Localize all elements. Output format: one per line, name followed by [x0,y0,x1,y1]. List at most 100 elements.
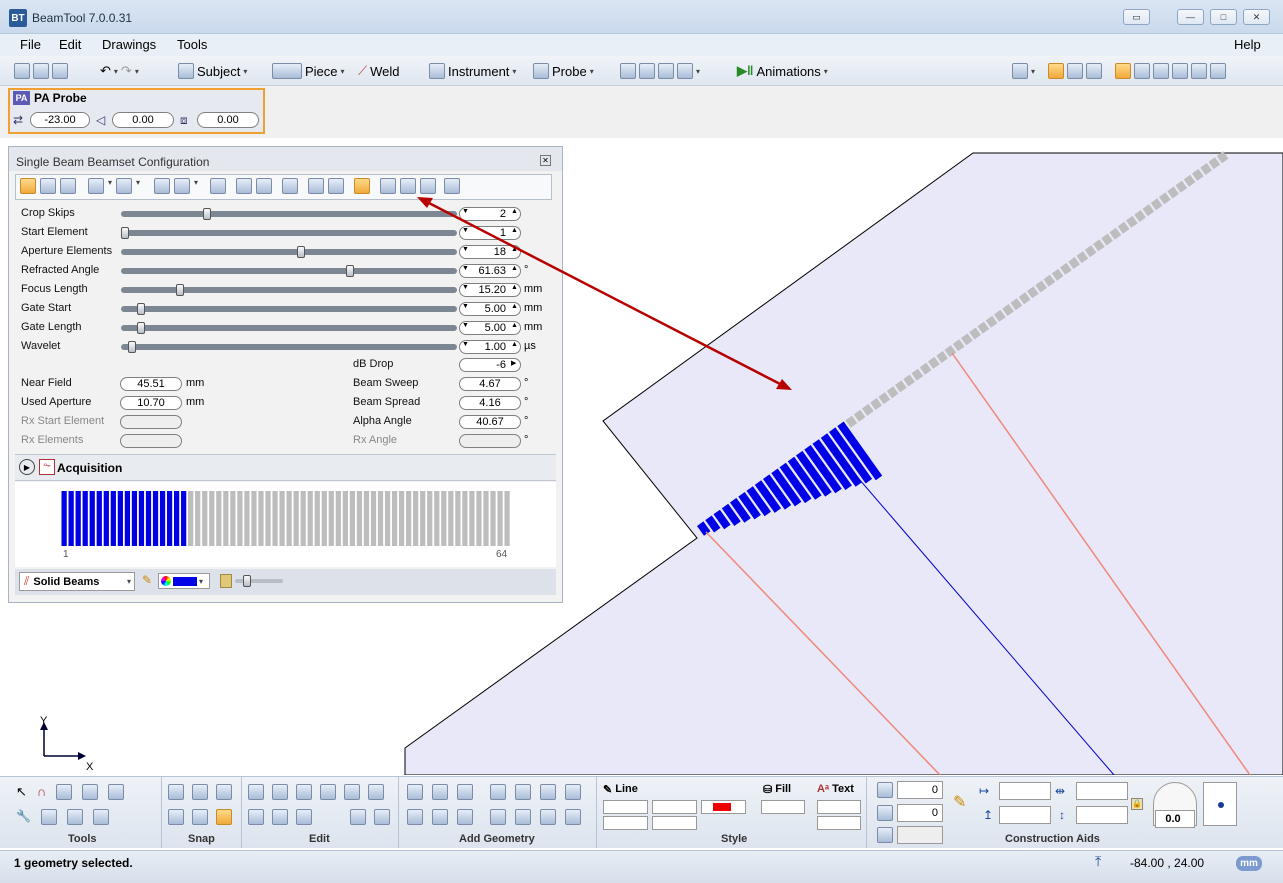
slider-thumb[interactable] [202,208,211,220]
slider-thumb[interactable] [137,303,146,315]
aid-pencil-icon[interactable]: ✎ [953,792,966,812]
inactive-element[interactable] [335,491,341,546]
angle-value[interactable]: 0.0 [1155,810,1195,828]
group-icon[interactable] [248,809,264,825]
align-icon[interactable] [350,809,366,825]
open-folder-icon[interactable] [33,63,49,79]
move-icon[interactable] [296,809,312,825]
slider-thumb[interactable] [297,246,306,258]
opacity-slider-thumb[interactable] [243,575,251,587]
inactive-element[interactable] [448,491,454,546]
line-color-dropdown[interactable] [701,800,746,814]
inactive-element[interactable] [391,491,398,546]
inactive-element[interactable] [363,491,370,546]
eraser-icon[interactable] [272,784,288,800]
image-icon[interactable] [658,63,674,79]
probe-skew-input[interactable]: 0.00 [112,112,174,128]
polyline-alt-icon[interactable] [515,784,531,800]
cut-icon[interactable] [320,784,336,800]
active-element[interactable] [145,491,152,546]
save-icon[interactable] [52,63,68,79]
snap-grid-icon[interactable] [216,809,232,825]
slider-track[interactable] [121,325,457,331]
spin-down-icon[interactable]: ▼ [462,322,469,329]
spin-down-icon[interactable]: ▼ [462,303,469,310]
redo-icon[interactable]: ↷ [121,63,132,79]
calculator-icon[interactable] [639,63,655,79]
angle-icon[interactable] [380,178,397,194]
subject-button[interactable]: Subject ▾ [178,63,247,79]
aid-angle-icon[interactable] [877,805,893,821]
report-icon[interactable] [620,63,636,79]
instrument-button[interactable]: Instrument ▾ [429,63,516,79]
slider-thumb[interactable] [137,322,146,334]
active-element[interactable] [68,491,74,546]
beam-blue-icon[interactable] [420,178,437,194]
new-file-icon[interactable] [14,63,30,79]
undo-icon[interactable]: ↶ [100,63,111,79]
envelope-icon[interactable] [88,178,104,194]
inactive-element[interactable] [476,491,482,546]
arc-icon[interactable] [457,784,473,800]
inactive-element[interactable] [195,491,201,546]
element-strip[interactable] [61,491,511,549]
slider-track[interactable] [121,268,457,274]
rectangle-alt-icon[interactable] [540,809,556,825]
spin-up-icon[interactable]: ▲ [511,265,518,272]
origin-picker[interactable] [1203,782,1237,826]
active-element[interactable] [96,491,102,546]
copy-icon[interactable] [344,784,360,800]
inactive-element[interactable] [230,491,236,546]
spin-up-icon[interactable]: ▲ [511,227,518,234]
active-element[interactable] [75,491,81,546]
slider-thumb[interactable] [127,341,136,353]
inactive-element[interactable] [202,491,208,546]
active-element[interactable] [166,491,173,546]
snap-line-icon[interactable] [168,784,184,800]
label-icon[interactable] [82,784,99,800]
menu-help[interactable]: Help [1234,37,1261,52]
active-element[interactable] [61,491,67,546]
aid-list-icon[interactable] [877,827,893,843]
inactive-element[interactable] [321,491,327,546]
line-tool-icon[interactable] [407,784,423,800]
inactive-element[interactable] [406,491,412,546]
pencil-icon[interactable]: ✎ [142,573,152,587]
rectangle-icon[interactable] [457,809,473,825]
active-element[interactable] [138,491,145,546]
fill-dropdown[interactable] [761,800,805,814]
spin-up-icon[interactable]: ▲ [511,246,518,253]
circle-icon[interactable] [407,809,423,825]
distribute-icon[interactable] [374,809,390,825]
inactive-element[interactable] [377,491,384,546]
spin-up-icon[interactable]: ▲ [511,341,518,348]
inactive-element[interactable] [293,491,299,546]
inactive-element[interactable] [427,491,433,546]
inactive-element[interactable] [413,491,419,546]
beam-yellow-icon[interactable] [256,178,273,194]
arc-alt-icon[interactable] [540,784,556,800]
crosshair-icon[interactable] [444,178,461,194]
panel-icon[interactable] [108,784,125,800]
zoom-out-icon[interactable] [1210,63,1227,79]
inactive-element[interactable] [342,491,348,546]
spin-down-icon[interactable]: ▼ [462,227,469,234]
line-alt-icon[interactable] [490,784,506,800]
active-element[interactable] [117,491,123,546]
probe-offset-input[interactable]: -23.00 [30,112,90,128]
zoom-in-icon[interactable] [1191,63,1208,79]
menu-file[interactable]: File [20,37,41,52]
active-element[interactable] [89,491,95,546]
spin-down-icon[interactable]: ▼ [462,208,469,215]
probe-beam-icon[interactable] [154,178,171,194]
view-3d-icon[interactable] [1067,63,1084,79]
aid-extra-input[interactable] [897,826,943,844]
zoom-window-icon[interactable] [1172,63,1189,79]
inactive-element[interactable] [300,491,306,546]
fan-icon[interactable] [174,178,191,194]
inactive-element[interactable] [504,491,510,546]
beam-red-icon[interactable] [236,178,253,194]
slider-thumb[interactable] [121,227,129,239]
polygon-icon[interactable] [432,809,448,825]
panel-close-icon[interactable]: ✕ [540,155,551,166]
